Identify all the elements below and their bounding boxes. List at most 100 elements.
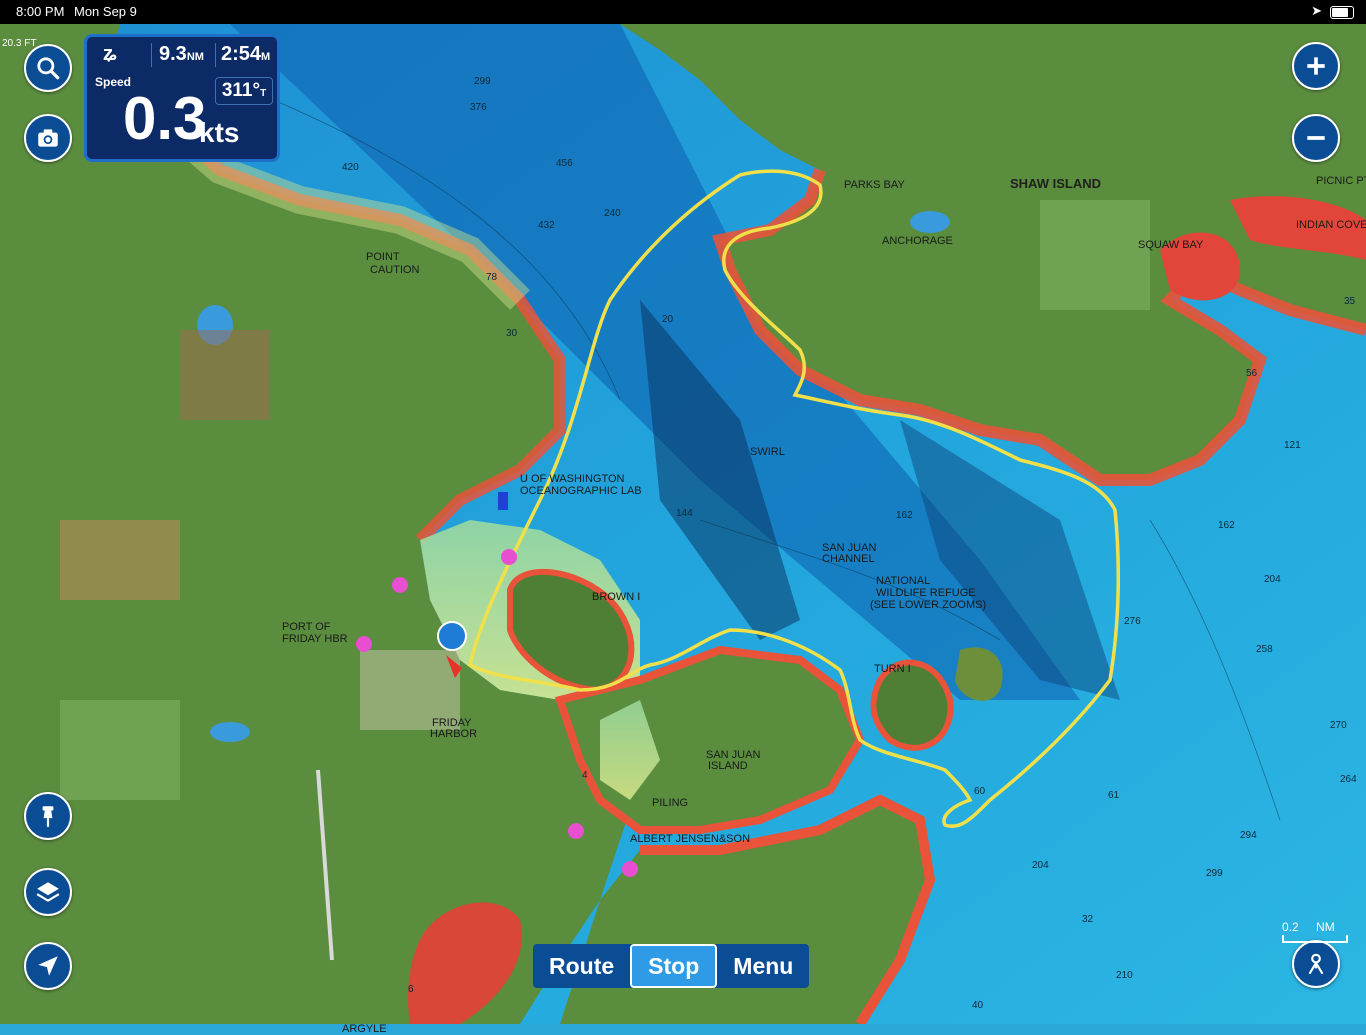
label-picnic-pt: PICNIC PT [1316, 175, 1366, 187]
label-turn-i: TURN I [874, 663, 911, 675]
stop-button[interactable]: Stop [630, 944, 718, 988]
route-icon: ʑ [103, 43, 117, 65]
depth-label: 32 [1082, 914, 1094, 925]
label-piling: PILING [652, 797, 689, 809]
zoom-in-button[interactable] [1292, 42, 1340, 90]
nautical-chart-map[interactable]: SHAW ISLAND PARKS BAY ANCHORAGE SQUAW BA… [0, 24, 1366, 1035]
zoom-out-button[interactable] [1292, 114, 1340, 162]
label-refuge-3: (SEE LOWER ZOOMS) [870, 599, 987, 611]
depth-label: 30 [506, 328, 518, 339]
label-brown-i: BROWN I [592, 591, 641, 603]
label-port-of-friday-1: PORT OF [282, 621, 331, 633]
depth-label: 56 [1246, 368, 1258, 379]
depth-label: 78 [486, 272, 498, 283]
label-san-juan-island-2: ISLAND [708, 760, 748, 772]
label-swirl: SWIRL [750, 446, 785, 458]
menu-button[interactable]: Menu [717, 944, 809, 988]
eta-value: 2:54 [221, 43, 262, 65]
depth-label: 61 [1108, 790, 1120, 801]
pin-icon [42, 806, 54, 827]
depth-label: 432 [538, 220, 555, 231]
camera-button[interactable] [24, 114, 72, 162]
label-friday-harbor-2: HARBOR [430, 728, 478, 740]
status-date: Mon Sep 9 [74, 4, 137, 19]
layers-icon [36, 882, 60, 902]
depth-label: 456 [556, 158, 573, 169]
navigate-icon [38, 956, 58, 976]
label-refuge-1: NATIONAL [876, 575, 931, 587]
depth-readout: 20.3 FT [2, 38, 37, 49]
scale-bar: 0.2 NM [1282, 920, 1348, 943]
hud-divider [151, 43, 152, 67]
heading-value: 311° [221, 80, 261, 101]
depth-label: 204 [1032, 860, 1049, 871]
status-bar: 8:00 PM Mon Sep 9 ➤ [0, 0, 1366, 24]
depth-label: 6 [408, 984, 414, 995]
label-argyle: ARGYLE [342, 1023, 387, 1035]
route-control-bar: Route Stop Menu [533, 944, 810, 988]
account-button[interactable] [1292, 940, 1340, 988]
zoom-out-icon [1307, 136, 1325, 140]
depth-label: 240 [604, 208, 621, 219]
zoom-in-icon [1307, 57, 1325, 75]
label-san-juan-channel-2: CHANNEL [822, 553, 875, 565]
label-albert-jensen: ALBERT JENSEN&SON [630, 833, 751, 845]
label-squaw-bay: SQUAW BAY [1138, 239, 1204, 251]
depth-label: 264 [1340, 774, 1357, 785]
location-arrow-icon: ➤ [1311, 3, 1322, 18]
depth-label: 270 [1330, 720, 1347, 731]
label-point-caution-1: POINT [366, 251, 400, 263]
heading-unit: T [260, 88, 267, 99]
depth-label: 60 [974, 786, 986, 797]
search-button[interactable] [24, 44, 72, 92]
depth-label: 40 [972, 1000, 984, 1011]
speed-unit: kts [199, 117, 240, 148]
label-parks-bay: PARKS BAY [844, 179, 905, 191]
depth-label: 299 [1206, 868, 1223, 879]
scale-bar-line [1282, 935, 1348, 943]
distance-readout: 9.3NM [159, 43, 204, 66]
label-u-of-washington-1: U OF WASHINGTON [520, 473, 625, 485]
depth-label: 294 [1240, 830, 1257, 841]
depth-label: 162 [1218, 520, 1235, 531]
chart-canvas [0, 24, 1366, 1024]
layers-button[interactable] [24, 868, 72, 916]
distance-value: 9.3 [159, 43, 187, 65]
label-shaw-island: SHAW ISLAND [1010, 176, 1101, 191]
depth-label: 20 [662, 314, 674, 325]
label-u-of-washington-2: OCEANOGRAPHIC LAB [520, 485, 642, 497]
battery-icon [1330, 6, 1354, 19]
label-refuge-2: WILDLIFE REFUGE [876, 587, 976, 599]
person-icon [1308, 953, 1324, 975]
depth-label: 210 [1116, 970, 1133, 981]
hud-divider [215, 43, 216, 67]
speed-panel[interactable]: ʑ 9.3NM 2:54M Speed 311°T 0.3 kts [84, 34, 280, 162]
depth-label: 299 [474, 76, 491, 87]
recenter-button[interactable] [24, 942, 72, 990]
depth-label: 258 [1256, 644, 1273, 655]
route-button[interactable]: Route [533, 944, 630, 988]
scale-value: 0.2 [1282, 920, 1299, 934]
depth-label: 276 [1124, 616, 1141, 627]
label-port-of-friday-2: FRIDAY HBR [282, 633, 348, 645]
status-time: 8:00 PM [16, 4, 65, 19]
depth-label: 4 [582, 770, 588, 781]
depth-label: 376 [470, 102, 487, 113]
heading-readout: 311°T [215, 77, 273, 105]
speed-value: 0.3 [123, 85, 207, 152]
depth-label: 162 [896, 510, 913, 521]
camera-icon [38, 129, 58, 147]
scale-unit: NM [1316, 920, 1335, 934]
depth-label: 420 [342, 162, 359, 173]
depth-label: 144 [676, 508, 693, 519]
search-icon [37, 57, 60, 80]
eta-readout: 2:54M [221, 43, 270, 66]
distance-unit: NM [186, 51, 204, 63]
eta-unit: M [261, 51, 271, 63]
label-point-caution-2: CAUTION [370, 264, 420, 276]
depth-label: 204 [1264, 574, 1281, 585]
depth-label: 121 [1284, 440, 1301, 451]
label-anchorage: ANCHORAGE [882, 235, 953, 247]
label-indian-cove: INDIAN COVE [1296, 219, 1366, 231]
waypoint-button[interactable] [24, 792, 72, 840]
